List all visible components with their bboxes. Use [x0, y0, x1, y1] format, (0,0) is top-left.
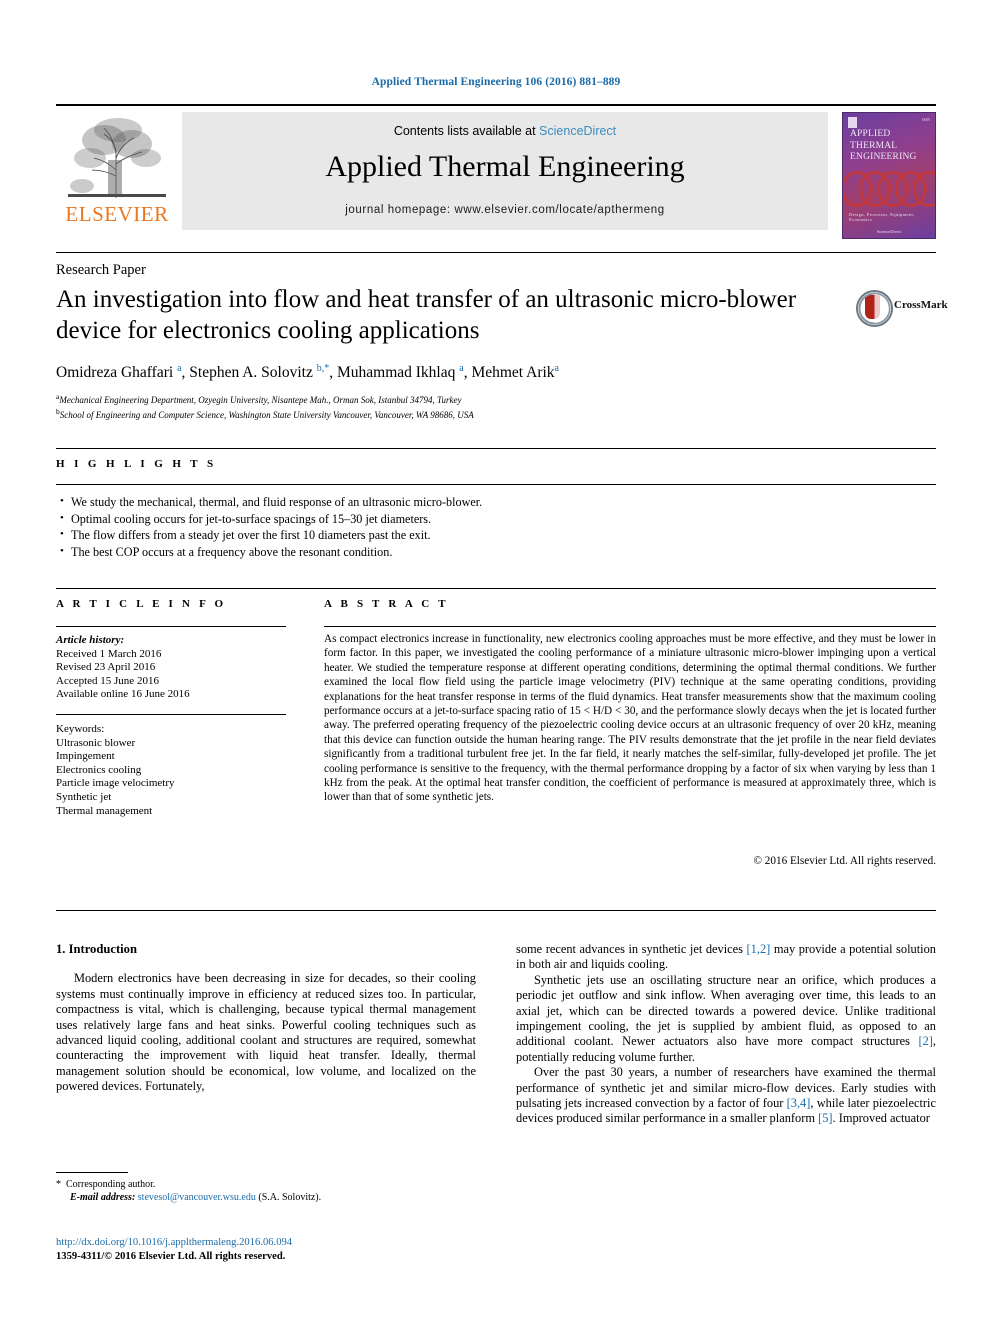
contents-prefix: Contents lists available at	[393, 124, 540, 138]
journal-cover-thumbnail: ISSN Applied Thermal Engineering Design,…	[842, 112, 936, 239]
keyword-item: Thermal management	[56, 804, 153, 817]
affiliation-item: aMechanical Engineering Department, Ozye…	[56, 392, 462, 405]
highlights-list: We study the mechanical, thermal, and fl…	[60, 493, 760, 561]
divider-above-body	[56, 910, 936, 911]
corresponding-marker: *	[56, 1179, 61, 1190]
email-owner: (S.A. Solovitz).	[258, 1192, 322, 1204]
body-column-left: 1. Introduction Modern electronics have …	[56, 942, 476, 1095]
body-paragraph: some recent advances in synthetic jet de…	[516, 942, 936, 972]
email-link[interactable]: stevesol@vancouver.wsu.edu	[138, 1192, 256, 1203]
keywords-block: Keywords: Ultrasonic blower Impingement Ele…	[56, 723, 286, 818]
crossmark-icon	[856, 290, 893, 327]
divider-abstract	[324, 626, 936, 627]
divider-above-title	[56, 252, 936, 253]
cover-title: Applied Thermal Engineering	[850, 129, 917, 162]
keyword-item: Impingement	[56, 750, 115, 763]
sciencedirect-link[interactable]: ScienceDirect	[539, 124, 616, 138]
cover-subtitle: Design, Processes, Equipment, Economics	[849, 212, 915, 222]
cover-publisher: ScienceDirect	[876, 229, 902, 234]
cover-rings-graphic	[843, 171, 935, 207]
corresponding-author-note: * Corresponding author.	[56, 1179, 156, 1190]
article-history-item: Accepted 15 June 2016	[56, 674, 159, 687]
keyword-item: Ultrasonic blower	[56, 736, 136, 749]
running-head: Applied Thermal Engineering 106 (2016) 8…	[371, 76, 621, 88]
elsevier-tree-icon	[64, 114, 170, 202]
article-history-item: Revised 23 April 2016	[56, 661, 156, 674]
cover-elsevier-icon	[848, 117, 857, 128]
body-paragraph: Modern electronics have been decreasing …	[56, 971, 476, 1094]
elsevier-wordmark: ELSEVIER	[65, 202, 169, 226]
cover-corner-text: ISSN	[922, 118, 930, 122]
citation-ref[interactable]: [5]	[818, 1111, 832, 1125]
journal-masthead: ELSEVIER Contents lists available at Sci…	[56, 104, 936, 239]
article-history-item: Available online 16 June 2016	[56, 688, 190, 701]
elsevier-logo: ELSEVIER	[58, 114, 176, 230]
section-heading-introduction: 1. Introduction	[56, 942, 137, 956]
page-title: An investigation into flow and heat tran…	[56, 286, 797, 344]
right-column-paragraphs: some recent advances in synthetic jet de…	[516, 942, 936, 1127]
crossmark-label: CrossMark	[894, 299, 948, 311]
highlight-item: We study the mechanical, thermal, and fl…	[60, 493, 760, 511]
highlight-item: The flow differs from a steady jet over …	[60, 526, 760, 544]
keyword-item: Synthetic jet	[56, 790, 112, 803]
left-column-paragraphs: Modern electronics have been decreasing …	[56, 971, 476, 1094]
issn-copyright-line: 1359-4311/© 2016 Elsevier Ltd. All right…	[56, 1251, 286, 1262]
divider-above-highlights	[56, 448, 936, 449]
citation-ref[interactable]: [2]	[918, 1034, 932, 1048]
affiliation-list: aMechanical Engineering Department, Ozye…	[56, 391, 856, 421]
paper-page: Applied Thermal Engineering 106 (2016) 8…	[0, 0, 992, 1323]
email-label: E-mail address:	[70, 1192, 136, 1204]
article-history-label: Article history:	[56, 634, 125, 646]
doi-block: http://dx.doi.org/10.1016/j.applthermale…	[56, 1236, 486, 1264]
body-paragraph: Synthetic jets use an oscillating struct…	[516, 972, 936, 1064]
doi-link[interactable]: http://dx.doi.org/10.1016/j.applthermale…	[56, 1236, 486, 1250]
affiliation-item: bSchool of Engineering and Computer Scie…	[56, 407, 474, 420]
footnote-rule	[56, 1172, 128, 1173]
divider-below-highlights-heading	[56, 484, 936, 485]
keyword-item: Electronics cooling	[56, 763, 142, 776]
footnote-block: * Corresponding author. E-mail address: s…	[56, 1178, 486, 1205]
keywords-label: Keywords:	[56, 723, 105, 735]
citation-ref[interactable]: [1,2]	[747, 942, 771, 956]
body-column-right: some recent advances in synthetic jet de…	[516, 942, 936, 1127]
article-history-block: Article history: Received 1 March 2016 Rev…	[56, 634, 286, 702]
crossmark-badge[interactable]: CrossMark	[856, 288, 948, 328]
divider-article-info	[56, 626, 286, 627]
divider-keywords	[56, 714, 286, 715]
body-paragraph: Over the past 30 years, a number of rese…	[516, 1065, 936, 1126]
email-note: E-mail address: stevesol@vancouver.wsu.e…	[56, 1191, 486, 1204]
journal-band: Contents lists available at ScienceDirec…	[182, 112, 828, 230]
journal-title: Applied Thermal Engineering	[325, 150, 685, 183]
article-type-kicker: Research Paper	[56, 262, 146, 278]
abstract-text: As compact electronics increase in funct…	[324, 633, 936, 804]
highlight-item: Optimal cooling occurs for jet-to-surfac…	[60, 510, 760, 528]
keyword-item: Particle image velocimetry	[56, 777, 175, 790]
article-history-item: Received 1 March 2016	[56, 647, 162, 660]
author-list: Omidreza Ghaffari a, Stephen A. Solovitz…	[56, 363, 559, 382]
divider-above-info	[56, 588, 936, 589]
journal-homepage[interactable]: journal homepage: www.elsevier.com/locat…	[182, 204, 828, 216]
abstract-heading: A B S T R A C T	[324, 598, 449, 610]
contents-available-line: Contents lists available at ScienceDirec…	[182, 124, 828, 138]
highlight-item: The best COP occurs at a frequency above…	[60, 543, 760, 561]
article-info-heading: A R T I C L E I N F O	[56, 598, 227, 610]
copyright-line: © 2016 Elsevier Ltd. All rights reserved…	[753, 855, 937, 867]
masthead-inner: ELSEVIER Contents lists available at Sci…	[56, 112, 936, 239]
highlights-heading: H I G H L I G H T S	[56, 458, 217, 470]
citation-ref[interactable]: [3,4]	[787, 1096, 811, 1110]
